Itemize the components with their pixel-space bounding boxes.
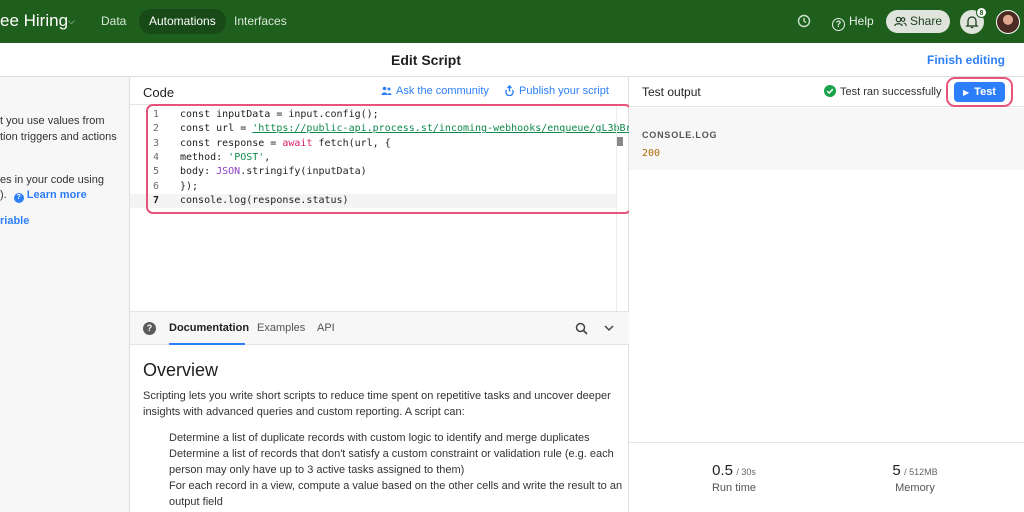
publish-icon: [505, 85, 514, 97]
console-log-label: CONSOLE.LOG: [642, 130, 718, 140]
list-item: For each record in a view, compute a val…: [169, 480, 623, 508]
doc-title: Overview: [143, 360, 219, 380]
learn-more-link[interactable]: Learn more: [27, 189, 87, 201]
list-item: Determine a list of records that don't s…: [169, 448, 614, 476]
base-name[interactable]: ee Hiring: [0, 11, 68, 31]
check-circle-icon: [824, 85, 836, 97]
run-time-stat: 0.5 / 30s Run time: [711, 462, 757, 494]
run-stats: 0.5 / 30s Run time 5 / 512MB Memory: [629, 442, 1024, 512]
input-variables-panel: t you use values from tion triggers and …: [0, 77, 130, 512]
learn-more-line: ). ? Learn more: [0, 189, 87, 203]
left-text-line: tion triggers and actions: [0, 131, 117, 143]
left-text-line: t you use values from: [0, 115, 105, 127]
left-text-line: es in your code using: [0, 174, 104, 186]
nav-automations[interactable]: Automations: [139, 9, 226, 34]
list-item: Determine a list of duplicate records wi…: [169, 432, 590, 444]
test-status: Test ran successfully: [824, 85, 941, 98]
doc-intro: Scripting lets you write short scripts t…: [143, 390, 611, 418]
tab-examples[interactable]: Examples: [257, 322, 305, 334]
add-variable-link[interactable]: riable: [0, 215, 29, 227]
help-icon: ?: [13, 193, 24, 203]
console-output: CONSOLE.LOG 200: [629, 108, 1024, 170]
help-icon: ?: [832, 18, 845, 31]
nav-interfaces[interactable]: Interfaces: [224, 9, 297, 34]
finish-editing-link[interactable]: Finish editing: [927, 53, 1005, 67]
test-button-highlight-frame: [946, 77, 1013, 107]
test-output-header: Test output Test ran successfully ▶ Test: [629, 77, 1024, 107]
top-bar: ee Hiring ⌵ Data Automations Interfaces …: [0, 0, 1024, 43]
code-header: Code Ask the community Publish your scri…: [130, 77, 629, 105]
memory-stat: 5 / 512MB Memory: [892, 462, 938, 494]
notification-count-badge: 8: [976, 7, 987, 18]
documentation-content: Overview Scripting lets you write short …: [130, 345, 629, 512]
community-icon: [381, 86, 392, 95]
avatar[interactable]: [996, 10, 1020, 34]
code-label: Code: [143, 85, 175, 100]
publish-script-link[interactable]: Publish your script: [504, 85, 609, 97]
search-icon[interactable]: [575, 322, 588, 335]
help-icon: ?: [143, 322, 156, 335]
code-highlight-frame: [146, 104, 632, 214]
tab-api[interactable]: API: [317, 322, 335, 334]
help-button[interactable]: ? Help: [832, 14, 874, 31]
test-output-label: Test output: [642, 85, 701, 99]
history-icon[interactable]: [796, 13, 812, 29]
edit-script-header: Edit Script Finish editing: [0, 43, 1024, 77]
tab-documentation[interactable]: Documentation: [169, 322, 249, 334]
users-icon: [894, 16, 907, 27]
chevron-down-icon[interactable]: [604, 324, 614, 332]
ask-community-link[interactable]: Ask the community: [381, 85, 489, 97]
console-log-value: 200: [642, 148, 661, 159]
share-button[interactable]: Share: [886, 10, 950, 33]
nav-data[interactable]: Data: [91, 9, 136, 34]
page-title: Edit Script: [390, 52, 461, 68]
test-output-panel: Test output Test ran successfully ▶ Test …: [629, 77, 1024, 512]
chevron-down-icon[interactable]: ⌵: [68, 16, 75, 27]
documentation-tabs: ? Documentation Examples API: [130, 311, 629, 345]
